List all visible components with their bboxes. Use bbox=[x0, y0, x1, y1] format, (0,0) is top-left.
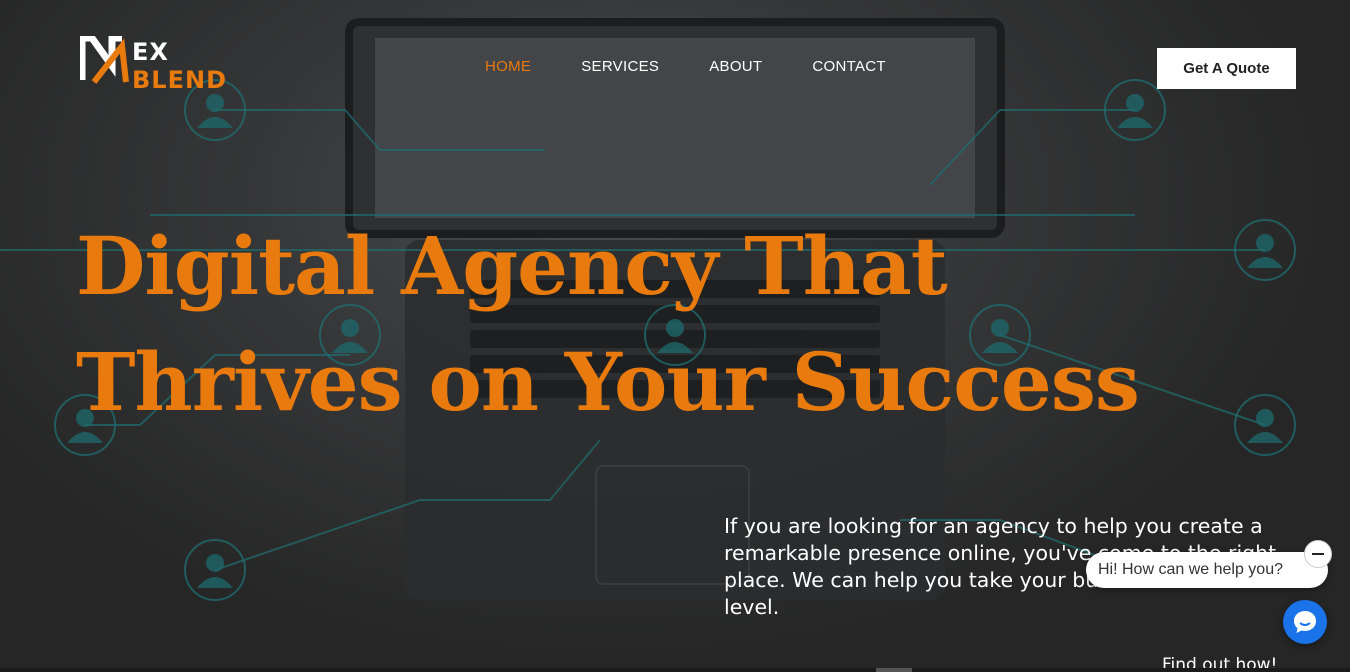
hero-headline: Digital Agency That Thrives on Your Succ… bbox=[76, 208, 1176, 440]
hero-headline-line2: Thrives on Your Success bbox=[76, 335, 1140, 429]
logo-text-top: EX bbox=[132, 38, 169, 66]
chat-bubble-icon bbox=[1294, 611, 1316, 633]
nav-contact[interactable]: CONTACT bbox=[812, 58, 885, 75]
scrollbar[interactable] bbox=[0, 668, 1350, 672]
scrollbar-thumb[interactable] bbox=[876, 668, 912, 672]
logo-n-icon bbox=[80, 36, 129, 84]
site-logo[interactable]: EX BLEND bbox=[80, 36, 245, 98]
nav-about[interactable]: ABOUT bbox=[709, 58, 762, 75]
get-a-quote-button[interactable]: Get A Quote bbox=[1157, 48, 1296, 89]
chat-greeting-bubble[interactable]: Hi! How can we help you? bbox=[1086, 552, 1328, 588]
chat-greeting-text: Hi! How can we help you? bbox=[1098, 561, 1283, 578]
nav-services[interactable]: SERVICES bbox=[581, 58, 659, 75]
hero-headline-line1: Digital Agency That bbox=[76, 219, 948, 313]
nav-home[interactable]: HOME bbox=[485, 58, 531, 75]
main-nav: HOME SERVICES ABOUT CONTACT bbox=[485, 58, 936, 75]
chat-launcher-button[interactable] bbox=[1283, 600, 1327, 644]
minimize-icon[interactable] bbox=[1304, 540, 1332, 568]
logo-text-bottom: BLEND bbox=[132, 66, 227, 94]
